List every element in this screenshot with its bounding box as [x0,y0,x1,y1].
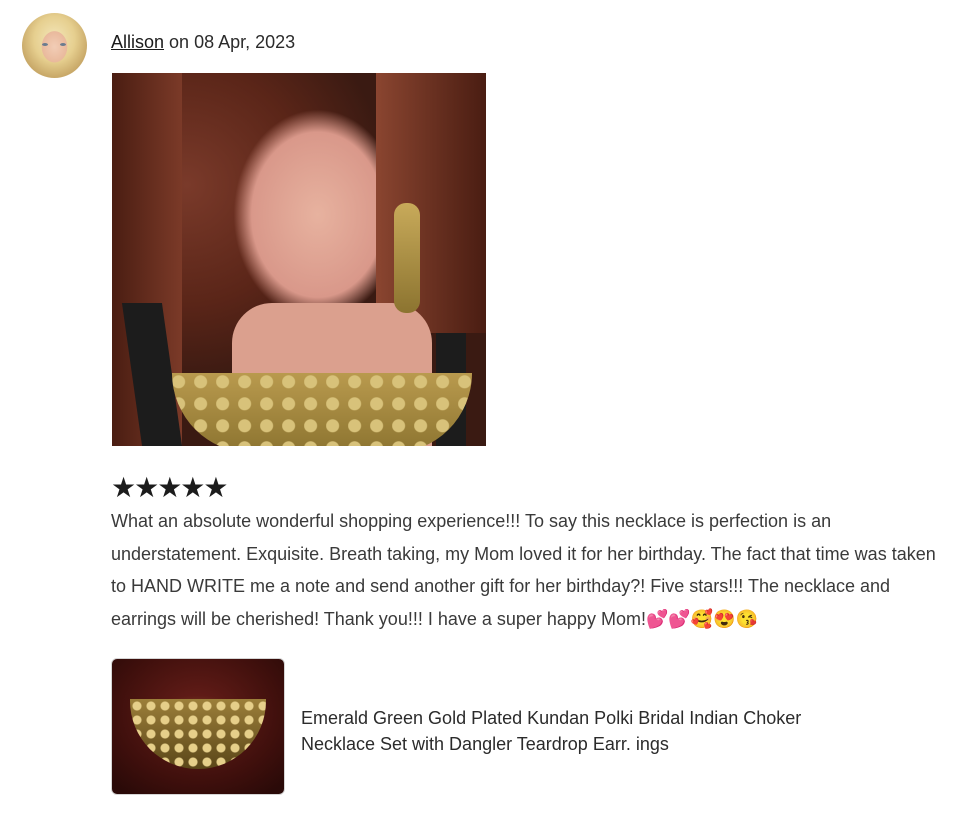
review-text: What an absolute wonderful shopping expe… [111,511,936,629]
photo-hair-right [376,73,486,333]
star-rating: ★★★★★ [111,471,229,504]
avatar-eye [60,43,66,46]
avatar-eye [42,43,48,46]
review-meta: Allison on 08 Apr, 2023 [111,31,295,53]
product-thumbnail[interactable] [111,658,285,795]
photo-earring [394,203,420,313]
photo-necklace [172,373,472,446]
reviewer-avatar [22,13,87,78]
product-title[interactable]: Emerald Green Gold Plated Kundan Polki B… [301,705,841,757]
review-photo[interactable] [112,73,486,446]
product-choker-image [130,699,266,769]
review-date: on 08 Apr, 2023 [169,32,296,52]
author-link[interactable]: Allison [111,32,164,52]
